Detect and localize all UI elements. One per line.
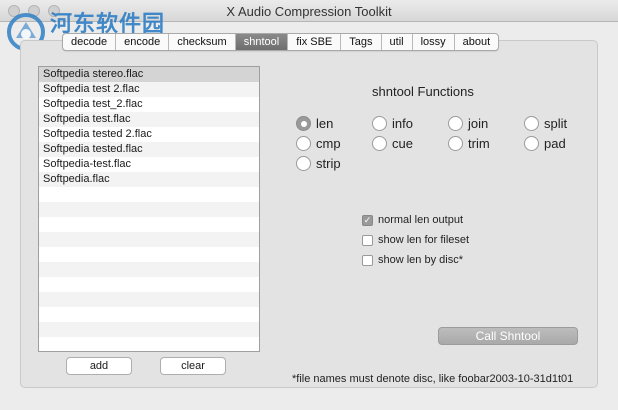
empty-row: [39, 337, 259, 351]
radio-cue[interactable]: cue: [372, 136, 413, 151]
file-list[interactable]: Softpedia stereo.flac Softpedia test 2.f…: [38, 66, 260, 352]
tab-lossy[interactable]: lossy: [413, 34, 455, 50]
list-item[interactable]: Softpedia-test.flac: [39, 157, 259, 172]
list-item[interactable]: Softpedia test 2.flac: [39, 82, 259, 97]
tab-encode[interactable]: encode: [116, 34, 170, 50]
call-shntool-button[interactable]: Call Shntool: [438, 327, 578, 345]
radio-info[interactable]: info: [372, 116, 413, 131]
empty-row: [39, 292, 259, 307]
radio-cmp[interactable]: cmp: [296, 136, 341, 151]
list-item[interactable]: Softpedia tested 2.flac: [39, 127, 259, 142]
list-item[interactable]: Softpedia stereo.flac: [39, 67, 259, 82]
radio-circle-icon: [448, 116, 463, 131]
radio-label: cmp: [316, 136, 341, 151]
radio-label: join: [468, 116, 489, 131]
checkbox-show-len-fileset[interactable]: show len for fileset: [362, 234, 469, 246]
empty-row: [39, 322, 259, 337]
empty-row: [39, 202, 259, 217]
radio-label: len: [316, 116, 334, 131]
empty-row: [39, 277, 259, 292]
tab-util[interactable]: util: [382, 34, 413, 50]
radio-split[interactable]: split: [524, 116, 567, 131]
radio-selected-icon: [296, 116, 311, 131]
tab-fix-sbe[interactable]: fix SBE: [288, 34, 342, 50]
radio-pad[interactable]: pad: [524, 136, 566, 151]
radio-label: info: [392, 116, 413, 131]
list-item[interactable]: Softpedia test_2.flac: [39, 97, 259, 112]
radio-label: cue: [392, 136, 413, 151]
empty-row: [39, 217, 259, 232]
list-item[interactable]: Softpedia test.flac: [39, 112, 259, 127]
functions-heading: shntool Functions: [372, 84, 474, 99]
checkbox-show-len-by-disc[interactable]: show len by disc*: [362, 254, 463, 266]
radio-label: trim: [468, 136, 490, 151]
radio-label: split: [544, 116, 568, 131]
add-button[interactable]: add: [66, 357, 132, 375]
tab-checksum[interactable]: checksum: [169, 34, 236, 50]
tab-decode[interactable]: decode: [63, 34, 117, 50]
radio-join[interactable]: join: [448, 116, 488, 131]
list-item[interactable]: Softpedia.flac: [39, 172, 259, 187]
checkbox-empty-icon: [362, 234, 373, 246]
radio-circle-icon: [448, 136, 463, 151]
checkbox-label: show len by disc*: [378, 254, 463, 266]
checkbox-label: normal len output: [378, 214, 463, 226]
radio-circle-icon: [524, 136, 539, 151]
tab-tags[interactable]: Tags: [341, 34, 382, 50]
radio-circle-icon: [296, 156, 311, 171]
radio-circle-icon: [372, 116, 387, 131]
checkbox-empty-icon: [362, 254, 373, 266]
title-bar: X Audio Compression Toolkit: [0, 0, 618, 22]
radio-label: pad: [544, 136, 566, 151]
empty-row: [39, 247, 259, 262]
empty-row: [39, 307, 259, 322]
tab-bar: decode encode checksum shntool fix SBE T…: [62, 33, 500, 51]
checkmark-icon: ✓: [362, 214, 373, 226]
radio-trim[interactable]: trim: [448, 136, 490, 151]
empty-row: [39, 187, 259, 202]
clear-button[interactable]: clear: [160, 357, 226, 375]
radio-label: strip: [316, 156, 341, 171]
empty-row: [39, 232, 259, 247]
footnote: *file names must denote disc, like fooba…: [292, 373, 574, 385]
radio-strip[interactable]: strip: [296, 156, 341, 171]
empty-row: [39, 262, 259, 277]
window-title: X Audio Compression Toolkit: [226, 4, 392, 19]
tab-about[interactable]: about: [455, 34, 499, 50]
checkbox-normal-len-output[interactable]: ✓ normal len output: [362, 214, 463, 226]
radio-circle-icon: [524, 116, 539, 131]
radio-circle-icon: [372, 136, 387, 151]
tab-shntool[interactable]: shntool: [235, 34, 289, 50]
list-item[interactable]: Softpedia tested.flac: [39, 142, 259, 157]
radio-len[interactable]: len: [296, 116, 333, 131]
radio-circle-icon: [296, 136, 311, 151]
checkbox-label: show len for fileset: [378, 234, 470, 246]
